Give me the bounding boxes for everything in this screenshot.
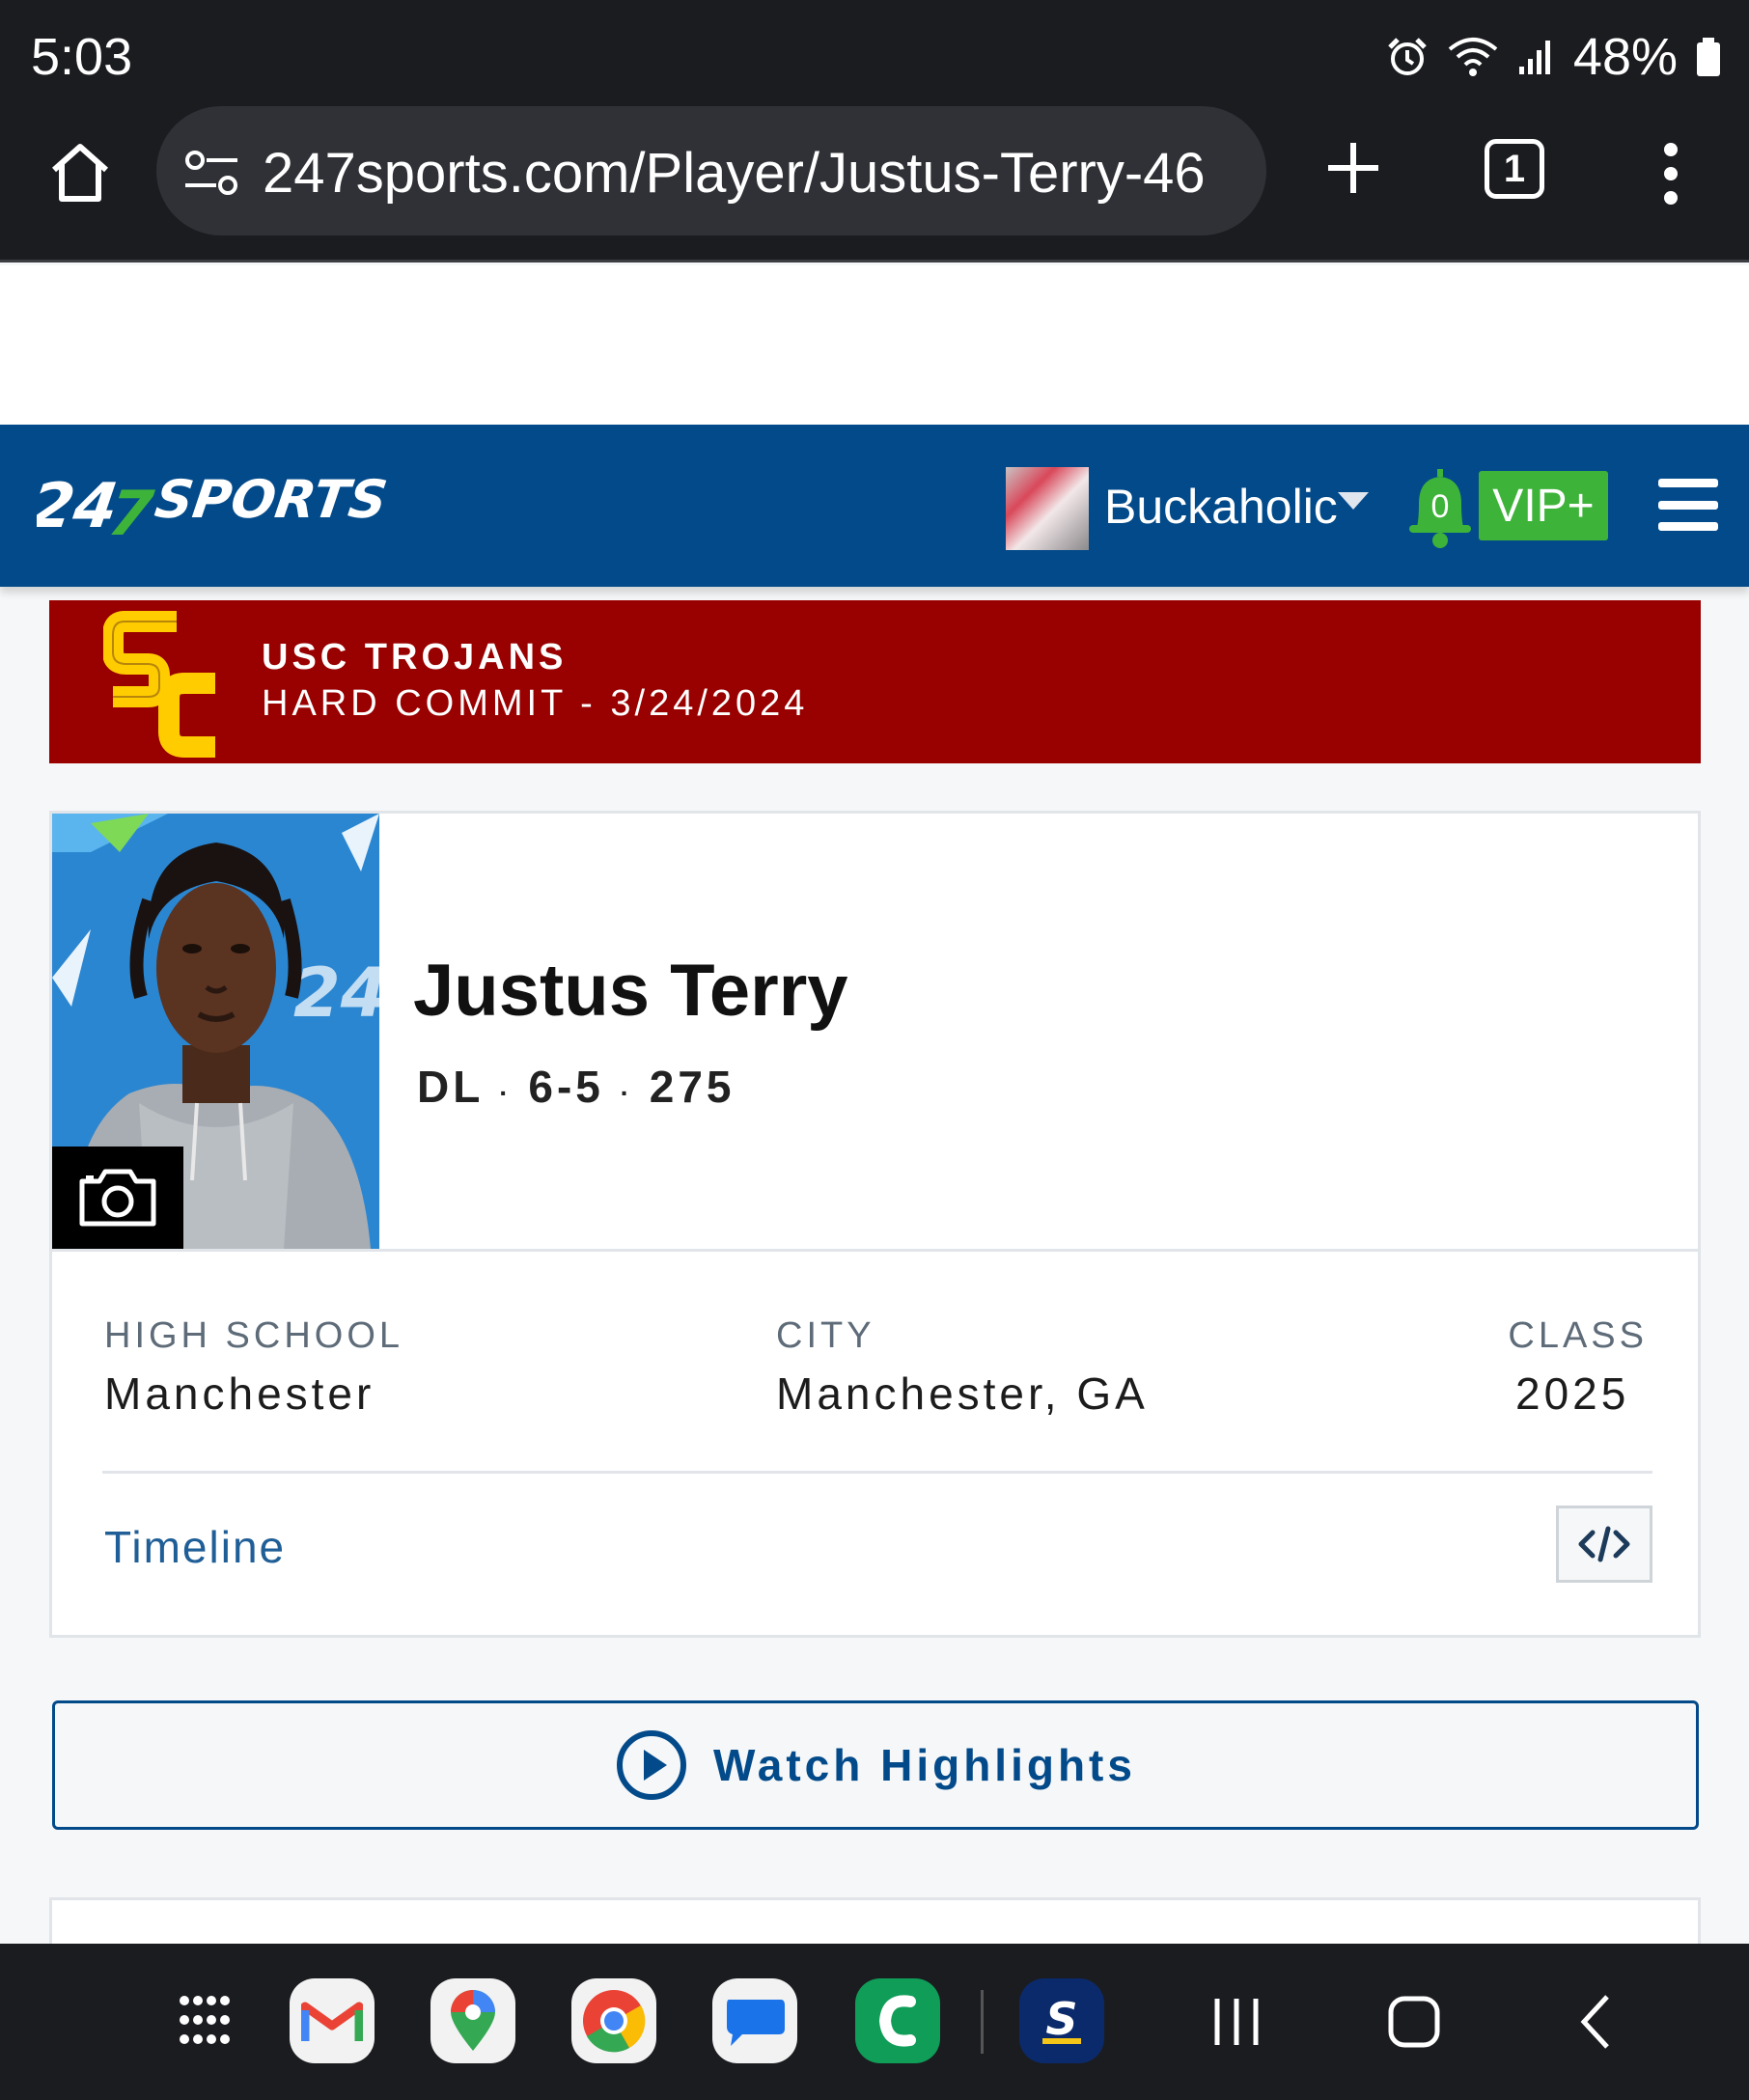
player-measurables: DL · 6-5 · 275	[417, 1061, 736, 1113]
next-card	[49, 1897, 1701, 1946]
watch-highlights-button[interactable]: Watch Highlights	[52, 1700, 1699, 1830]
ad-space	[0, 265, 1749, 425]
back-icon[interactable]	[1560, 1986, 1631, 2058]
play-circle-icon	[617, 1730, 687, 1800]
avatar[interactable]	[1006, 467, 1089, 550]
gmail-icon[interactable]	[290, 1978, 375, 2063]
recents-icon[interactable]	[1201, 1986, 1272, 2058]
player-height: 6-5	[528, 1062, 604, 1112]
more-vert-icon[interactable]	[1654, 143, 1687, 205]
bell-icon[interactable]: 0	[1405, 465, 1475, 550]
timeline-link[interactable]: Timeline	[104, 1521, 286, 1573]
alarm-icon	[1388, 38, 1427, 75]
embed-button[interactable]	[1556, 1506, 1652, 1583]
address-bar[interactable]: 247sports.com/Player/Justus-Terry-46	[156, 106, 1266, 235]
status-bar: 5:03 48%	[0, 0, 1749, 106]
meta-separator: ·	[499, 1078, 513, 1108]
site-header: 24 7 SPORTS Buckaholic 0 VIP+	[0, 425, 1749, 587]
apps-grid-icon[interactable]	[170, 1986, 241, 2058]
meta-separator: ·	[620, 1078, 633, 1108]
svg-text:S: S	[1045, 1993, 1077, 2045]
commit-status: HARD COMMIT - 3/24/2024	[262, 683, 809, 724]
messages-icon[interactable]	[712, 1978, 797, 2063]
signal-icon	[1518, 41, 1550, 74]
plus-icon[interactable]	[1322, 137, 1384, 199]
watch-highlights-label: Watch Highlights	[713, 1740, 1136, 1790]
home-icon[interactable]	[46, 139, 114, 207]
svg-text:24: 24	[293, 953, 379, 1033]
maps-icon[interactable]	[430, 1978, 515, 2063]
sports-app-icon[interactable]: S	[1019, 1978, 1104, 2063]
hamburger-menu-icon[interactable]	[1658, 479, 1718, 531]
divider	[52, 1249, 1698, 1252]
chrome-icon[interactable]	[571, 1978, 656, 2063]
divider	[102, 1471, 1652, 1474]
high-school-value[interactable]: Manchester	[104, 1368, 375, 1420]
commit-banner[interactable]: USC TROJANS HARD COMMIT - 3/24/2024	[49, 600, 1701, 763]
browser-toolbar: 247sports.com/Player/Justus-Terry-46 1	[0, 106, 1749, 262]
status-icons: 48%	[1386, 27, 1722, 87]
commit-school: USC TROJANS	[262, 637, 568, 677]
phone-app-icon[interactable]	[855, 1978, 940, 2063]
usc-logo	[103, 611, 215, 758]
city-value: Manchester, GA	[776, 1368, 1149, 1419]
code-icon	[1578, 1526, 1630, 1562]
player-photo[interactable]: 24	[52, 814, 379, 1249]
player-name: Justus Terry	[413, 950, 848, 1032]
home-nav-icon[interactable]	[1378, 1986, 1450, 2058]
site-logo[interactable]: 24 7 SPORTS	[37, 467, 481, 544]
high-school-label: HIGH SCHOOL	[104, 1315, 404, 1356]
url-text[interactable]: 247sports.com/Player/Justus-Terry-46	[263, 141, 1257, 206]
player-position: DL	[417, 1062, 484, 1112]
class-value: 2025	[1515, 1368, 1630, 1419]
status-time: 5:03	[31, 28, 133, 86]
wifi-icon	[1448, 38, 1498, 76]
camera-icon[interactable]	[52, 1147, 183, 1249]
tab-switcher-button[interactable]: 1	[1485, 139, 1544, 199]
username[interactable]: Buckaholic	[1104, 479, 1338, 535]
class-label: CLASS	[1508, 1315, 1648, 1356]
notification-count: 0	[1431, 488, 1450, 525]
svg-text:7: 7	[104, 478, 157, 544]
battery-icon	[1697, 38, 1720, 76]
site-settings-icon[interactable]	[183, 149, 239, 197]
player-card: 24 Justus Terry DL · 6-5 · 275 HIGH SCHO…	[49, 811, 1701, 1638]
chevron-down-icon[interactable]	[1338, 492, 1369, 510]
nav-separator	[981, 1990, 984, 2054]
city-label: CITY	[776, 1315, 875, 1356]
android-nav-bar: S	[0, 1944, 1749, 2100]
player-weight: 275	[649, 1062, 736, 1112]
vip-button[interactable]: VIP+	[1479, 471, 1608, 540]
svg-text:SPORTS: SPORTS	[152, 469, 391, 530]
battery-percent: 48%	[1572, 28, 1678, 86]
